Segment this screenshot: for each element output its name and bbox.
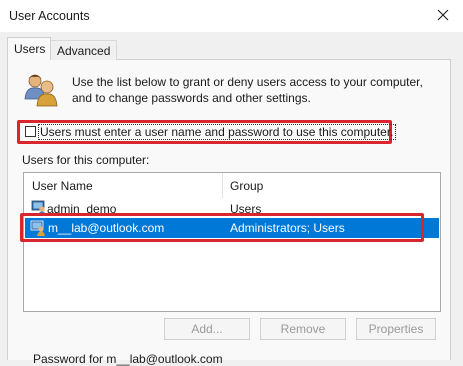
require-password-label[interactable]: Users must enter a user name and passwor… [38,124,396,140]
properties-button[interactable]: Properties [356,318,436,340]
selected-user-name[interactable]: m__lab@outlook.com [48,221,164,235]
column-header-user-name[interactable]: User Name [24,173,223,198]
password-for-label: Password for m__lab@outlook.com [33,352,223,366]
user-icon [30,220,45,236]
tab-advanced[interactable]: Advanced [51,40,117,60]
tab-users[interactable]: Users [7,37,51,60]
column-header-group[interactable]: Group [224,173,440,198]
require-password-checkbox[interactable] [25,126,36,137]
tab-users-label: Users [14,42,46,56]
close-icon [437,9,449,21]
users-icon [24,74,58,107]
remove-button[interactable]: Remove [260,318,346,340]
close-button[interactable] [430,4,456,26]
window-title: User Accounts [9,9,90,23]
intro-text: Use the list below to grant or deny user… [72,75,423,105]
column-group-label: Group [230,178,264,193]
tab-advanced-label: Advanced [57,43,111,58]
column-user-name-label: User Name [32,178,93,193]
selected-user-group: Administrators; Users [230,221,345,235]
users-list-label: Users for this computer: [22,153,150,167]
add-button[interactable]: Add... [164,318,250,340]
